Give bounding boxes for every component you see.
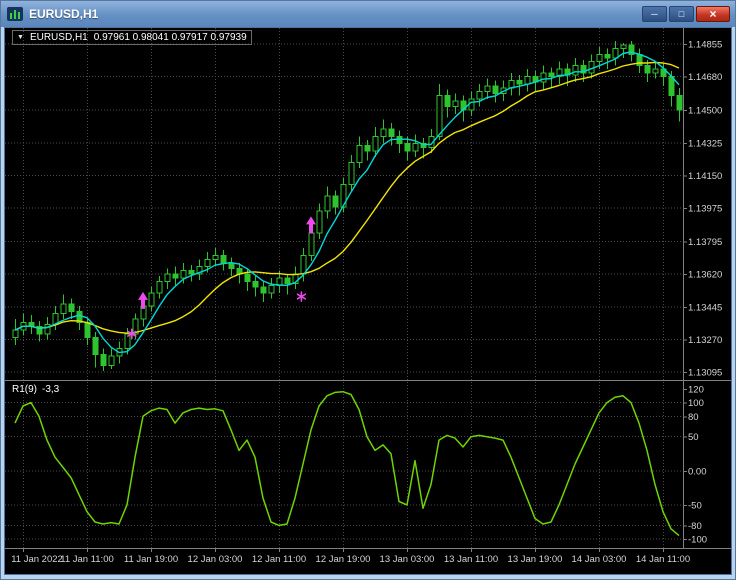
svg-text:12 Jan 11:00: 12 Jan 11:00 bbox=[252, 554, 306, 565]
svg-text:80: 80 bbox=[688, 412, 699, 423]
mt4-chart-window: EURUSD,H1 ─ □ × 1.148551.146801.145001.1… bbox=[0, 0, 736, 580]
symbol-ohlc-label[interactable]: ▼ EURUSD,H1 0.97961 0.98041 0.97917 0.97… bbox=[12, 30, 252, 45]
svg-text:1.13620: 1.13620 bbox=[688, 270, 722, 281]
close-button[interactable]: × bbox=[696, 6, 730, 22]
svg-text:12 Jan 19:00: 12 Jan 19:00 bbox=[316, 554, 371, 565]
svg-text:0.00: 0.00 bbox=[688, 466, 707, 477]
title-bar[interactable]: EURUSD,H1 ─ □ × bbox=[1, 1, 735, 27]
svg-text:13 Jan 11:00: 13 Jan 11:00 bbox=[444, 554, 498, 565]
svg-text:1.14500: 1.14500 bbox=[688, 106, 722, 117]
svg-text:14 Jan 11:00: 14 Jan 11:00 bbox=[636, 554, 690, 565]
svg-text:100: 100 bbox=[688, 398, 704, 409]
svg-text:12 Jan 03:00: 12 Jan 03:00 bbox=[188, 554, 243, 565]
svg-text:-50: -50 bbox=[688, 500, 702, 511]
svg-text:1.13445: 1.13445 bbox=[688, 302, 722, 313]
svg-text:1.14150: 1.14150 bbox=[688, 171, 722, 182]
svg-text:13 Jan 03:00: 13 Jan 03:00 bbox=[380, 554, 435, 565]
minimize-button[interactable]: ─ bbox=[642, 6, 667, 22]
symbol-label: EURUSD,H1 bbox=[30, 32, 88, 43]
chart-client-area: 1.14855 1.14680 1.14500 1.14325 1.14150 1.139… bbox=[4, 27, 732, 575]
ohlc-values: 0.97961 0.98041 0.97917 0.97939 bbox=[94, 32, 247, 43]
chart-icon bbox=[7, 7, 23, 21]
svg-text:1.13975: 1.13975 bbox=[688, 204, 722, 215]
collapse-triangle-icon: ▼ bbox=[17, 34, 24, 41]
indicator-label: R1(9) -3,3 bbox=[12, 384, 59, 395]
svg-text:1.14325: 1.14325 bbox=[688, 138, 722, 149]
window-title: EURUSD,H1 bbox=[29, 7, 640, 21]
svg-text:120: 120 bbox=[688, 385, 704, 396]
svg-text:1.14680: 1.14680 bbox=[688, 72, 722, 83]
maximize-icon: □ bbox=[679, 10, 684, 19]
svg-text:-100: -100 bbox=[688, 535, 707, 546]
svg-text:13 Jan 19:00: 13 Jan 19:00 bbox=[508, 554, 563, 565]
indicator-name: R1(9) bbox=[12, 384, 37, 395]
minimize-icon: ─ bbox=[651, 10, 657, 19]
svg-text:11 Jan 11:00: 11 Jan 11:00 bbox=[60, 554, 114, 565]
svg-text:1.14855: 1.14855 bbox=[688, 40, 722, 51]
price-chart-canvas[interactable]: 1.14855 1.14680 1.14500 1.14325 1.14150 1.139… bbox=[5, 28, 731, 574]
svg-text:1.13270: 1.13270 bbox=[688, 335, 722, 346]
svg-text:11 Jan 19:00: 11 Jan 19:00 bbox=[124, 554, 178, 565]
svg-text:1.13795: 1.13795 bbox=[688, 237, 722, 248]
window-controls: ─ □ × bbox=[640, 6, 730, 22]
indicator-value: -3,3 bbox=[42, 384, 59, 395]
close-icon: × bbox=[709, 8, 716, 20]
svg-text:50: 50 bbox=[688, 432, 699, 443]
svg-text:14 Jan 03:00: 14 Jan 03:00 bbox=[572, 554, 627, 565]
svg-text:11 Jan 2022: 11 Jan 2022 bbox=[11, 554, 63, 565]
maximize-button[interactable]: □ bbox=[669, 6, 694, 22]
svg-text:1.13095: 1.13095 bbox=[688, 368, 722, 379]
svg-text:-80: -80 bbox=[688, 521, 702, 532]
